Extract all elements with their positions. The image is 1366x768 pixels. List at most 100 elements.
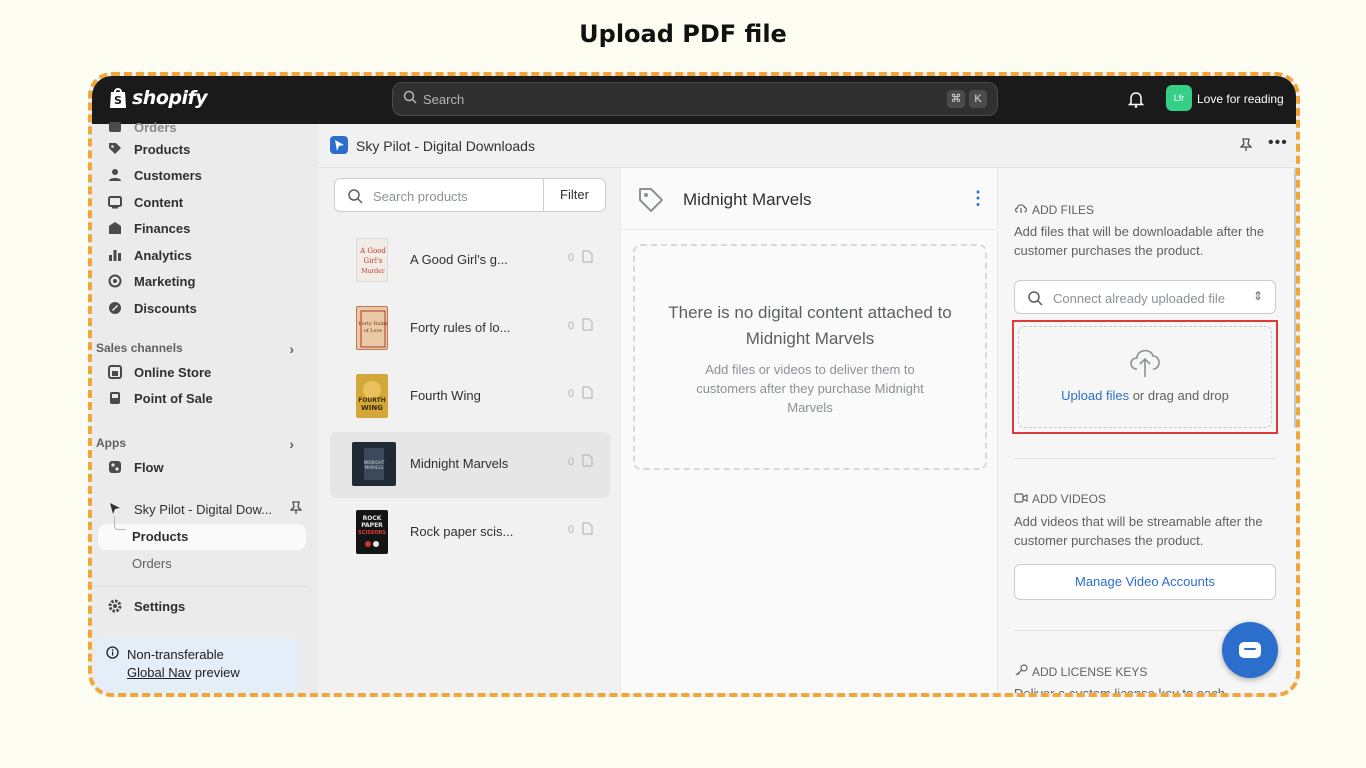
store-avatar[interactable]: Lfr: [1166, 85, 1192, 111]
product-row-selected[interactable]: MIDNIGHT MARVELS Midnight Marvels 0: [330, 432, 610, 498]
add-files-description: Add files that will be downloadable afte…: [1014, 224, 1265, 258]
app-title: Sky Pilot - Digital Downloads: [356, 138, 535, 154]
search-icon: [1027, 290, 1043, 311]
product-row[interactable]: ROCK PAPER SCISSORS Rock paper scis... 0: [330, 500, 610, 566]
upload-highlight-box: Upload files or drag and drop: [1012, 320, 1278, 434]
sidebar-item-point-of-sale[interactable]: Point of Sale: [108, 385, 213, 411]
document-icon: [582, 386, 593, 404]
global-nav-notice: Non-transferable Global Nav preview: [96, 638, 300, 693]
sidebar-item-label: Settings: [134, 598, 186, 614]
product-row[interactable]: FOURTH WING Fourth Wing 0: [330, 364, 610, 430]
product-row[interactable]: Forty Rules of Love Forty rules of lo... …: [330, 296, 610, 362]
discount-icon: [108, 301, 122, 315]
sidebar-item-finances[interactable]: Finances: [108, 215, 190, 241]
section-title: ADD LICENSE KEYS: [1032, 664, 1148, 679]
shortcut-key-cmd: ⌘: [947, 90, 965, 108]
file-count: 0: [568, 456, 575, 468]
svg-text:ROCK: ROCK: [363, 515, 382, 522]
book-cover-image: ROCK PAPER SCISSORS: [356, 510, 388, 554]
content-icon: [108, 195, 122, 209]
sidebar-item-flow[interactable]: Flow: [108, 454, 164, 480]
svg-text:MARVELS: MARVELS: [365, 465, 384, 470]
divider: [92, 586, 308, 587]
shopify-bag-icon: S: [108, 86, 128, 110]
connect-file-select[interactable]: Connect already uploaded file ⇕: [1014, 280, 1276, 314]
sidebar-item-label: Orders: [134, 119, 177, 135]
target-icon: [108, 274, 122, 288]
product-search-input[interactable]: Search products Filter: [334, 178, 606, 212]
pin-icon[interactable]: [289, 501, 303, 520]
file-count: 0: [568, 252, 575, 264]
product-title: Midnight Marvels: [683, 190, 812, 209]
sidebar-item-label: Finances: [134, 220, 191, 236]
book-cover-image: MIDNIGHT MARVELS: [352, 442, 396, 486]
sidebar-item-online-store[interactable]: Online Store: [108, 359, 211, 385]
chat-bubble-icon: [1239, 642, 1261, 658]
sidebar-subitem-products[interactable]: Products: [132, 529, 188, 544]
sidebar-item-label: Marketing: [134, 273, 196, 289]
svg-text:Girl's: Girl's: [364, 257, 383, 265]
global-search[interactable]: Search ⌘ K: [392, 82, 998, 116]
sidebar-item-discounts[interactable]: Discounts: [108, 295, 197, 321]
orders-icon: [108, 120, 122, 134]
files-panel-scrollbar[interactable]: [1294, 168, 1296, 428]
store-name[interactable]: Love for reading: [1197, 92, 1284, 106]
select-arrows-icon: ⇕: [1252, 289, 1263, 303]
chat-button[interactable]: [1222, 622, 1278, 678]
manage-video-accounts-button[interactable]: Manage Video Accounts: [1014, 564, 1276, 600]
empty-state-body: Add files or videos to deliver them to c…: [696, 362, 924, 415]
global-nav-link[interactable]: Global Nav: [127, 665, 191, 680]
add-videos-header: ADD VIDEOS: [1014, 492, 1106, 506]
sidebar-item-settings[interactable]: Settings: [108, 593, 185, 619]
sidebar-item-analytics[interactable]: Analytics: [108, 242, 192, 268]
more-horizontal-icon[interactable]: •••: [1268, 134, 1288, 152]
search-icon: [347, 188, 363, 209]
product-row[interactable]: A Good Girl's Murder A Good Girl's g... 0: [330, 228, 610, 294]
product-detail-panel: Midnight Marvels ⋮ There is no digital c…: [620, 168, 998, 693]
upload-files-link[interactable]: Upload files: [1061, 388, 1129, 403]
sidebar-item-label: Content: [134, 194, 184, 210]
sidebar-item-products[interactable]: Products: [108, 136, 190, 162]
filter-button[interactable]: Filter: [543, 179, 605, 211]
apps-header[interactable]: Apps ›: [96, 436, 306, 452]
tag-icon: [108, 142, 122, 156]
sidebar-subitem-orders[interactable]: Orders: [132, 556, 172, 571]
sidebar-item-marketing[interactable]: Marketing: [108, 268, 195, 294]
product-name: Fourth Wing: [410, 388, 481, 403]
svg-text:FOURTH: FOURTH: [358, 397, 386, 404]
notice-line1: Non-transferable: [127, 646, 224, 662]
sidebar-item-sky-pilot[interactable]: Sky Pilot - Digital Dow...: [108, 496, 272, 522]
file-count: 0: [568, 524, 575, 536]
sales-channels-header[interactable]: Sales channels ›: [96, 341, 306, 357]
upload-suffix: or drag and drop: [1129, 388, 1229, 403]
product-search-placeholder: Search products: [373, 189, 468, 204]
svg-text:A Good: A Good: [359, 247, 386, 255]
empty-state-title: There is no digital content attached to …: [668, 303, 952, 348]
gear-icon: [108, 599, 122, 613]
app-header: Sky Pilot - Digital Downloads •••: [318, 124, 1296, 168]
file-count: 0: [568, 388, 575, 400]
sidebar: Orders Products Customers Content Financ…: [92, 120, 318, 693]
sidebar-item-content[interactable]: Content: [108, 189, 183, 215]
bell-icon[interactable]: [1127, 90, 1145, 113]
tree-connector: [114, 516, 126, 530]
sidebar-item-label: Sky Pilot - Digital Dow...: [134, 501, 272, 517]
more-vertical-icon[interactable]: ⋮: [969, 188, 987, 209]
sidebar-item-label: Point of Sale: [134, 390, 213, 406]
book-cover-image: A Good Girl's Murder: [356, 238, 388, 282]
upload-text: Upload files or drag and drop: [1019, 388, 1271, 403]
pin-icon[interactable]: [1239, 138, 1253, 157]
document-icon: [582, 454, 593, 472]
upload-dropzone[interactable]: Upload files or drag and drop: [1018, 326, 1272, 428]
add-videos-description: Add videos that will be streamable after…: [1014, 514, 1263, 548]
shopify-logo[interactable]: S shopify: [108, 86, 208, 110]
app-frame: S shopify Search ⌘ K Lfr Love for readin…: [88, 72, 1300, 697]
product-name: Midnight Marvels: [410, 456, 509, 471]
section-title: ADD FILES: [1032, 202, 1095, 217]
sidebar-item-label: Products: [134, 141, 191, 157]
product-name: Forty rules of lo...: [410, 320, 511, 335]
svg-text:PAPER: PAPER: [361, 522, 383, 529]
search-placeholder: Search: [423, 91, 465, 107]
sidebar-item-customers[interactable]: Customers: [108, 162, 202, 188]
svg-text:of Love: of Love: [364, 328, 383, 334]
